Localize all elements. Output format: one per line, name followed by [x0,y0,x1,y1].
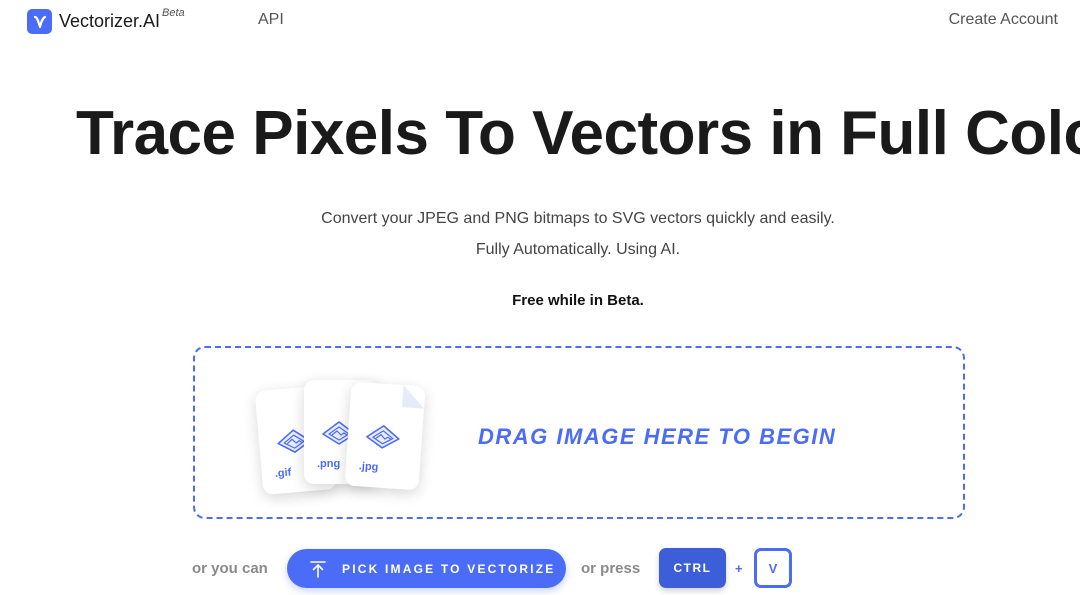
ctrl-key: CTRL [659,548,726,588]
hero-subtitle-secondary: Fully Automatically. Using AI. [475,241,681,258]
file-extension-label: .jpg [358,460,379,474]
or-press-label: or press [581,560,641,577]
file-extension-label: .png [317,458,341,470]
file-card-jpg: .jpg [344,381,426,491]
create-account-link[interactable]: Create Account [949,11,1058,29]
v-key: V [754,548,792,588]
file-extension-label: .gif [274,466,292,480]
brand-name: Vectorizer.AI [59,11,161,31]
upload-arrow-icon [310,560,326,578]
or-you-can-label: or you can [192,560,268,577]
top-nav: Vectorizer.AI Beta API Create Account [0,0,1080,40]
hero-subtitle: Convert your JPEG and PNG bitmaps to SVG… [321,210,835,227]
page-title: Trace Pixels To Vectors in Full Color [76,99,1080,168]
brand-logo[interactable]: Vectorizer.AI Beta [27,7,185,34]
pick-image-button-label: PICK IMAGE TO VECTORIZE [342,561,556,576]
dropzone-instruction: DRAG IMAGE HERE TO BEGIN [478,424,837,449]
pick-image-button[interactable]: PICK IMAGE TO VECTORIZE [287,549,566,588]
beta-tag: Beta [162,7,185,19]
image-dropzone[interactable]: .gif .png .jpg DRAG IMAGE HERE TO BEGIN [193,346,965,519]
plus-sign: + [735,561,743,576]
nav-link-api[interactable]: API [258,11,284,29]
page-fold [402,385,426,409]
free-beta-note: Free while in Beta. [512,292,644,309]
vectorizer-logo-icon [27,9,52,34]
image-file-icon [366,425,400,449]
